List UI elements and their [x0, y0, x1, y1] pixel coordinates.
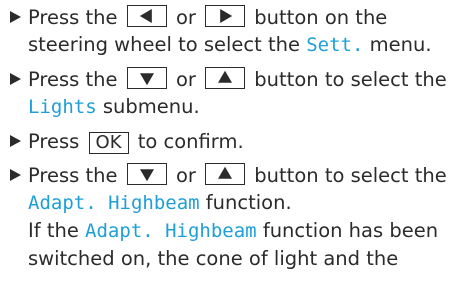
step-2-text-a1: Press the — [28, 68, 118, 91]
step-1-line-2: steering wheel to select the Sett. menu. — [28, 31, 461, 59]
step-1-text-a1: Press the — [28, 6, 118, 29]
step-1-or: or — [175, 6, 196, 29]
step-3-text-a1: Press — [28, 130, 80, 153]
right-arrow-key-icon — [205, 5, 246, 27]
menu-name-sett: Sett. — [306, 34, 364, 56]
ok-key: OK — [88, 132, 129, 154]
step-2-text-b2: submenu. — [102, 95, 200, 118]
step-2: Press the or button to select the Lights… — [10, 66, 461, 121]
down-arrow-key-icon — [126, 163, 167, 185]
step-bullet-icon — [10, 11, 21, 23]
step-bullet-icon — [10, 73, 21, 85]
left-arrow-key-icon — [126, 5, 167, 27]
step-4: Press the or button to select the Adapt.… — [10, 162, 461, 272]
step-1-text-b1: steering wheel to select the — [28, 33, 301, 56]
up-arrow-key-icon — [205, 67, 246, 89]
step-bullet-icon — [10, 135, 21, 147]
step-1-text-b3: menu. — [369, 33, 432, 56]
step-4-line-2: Adapt. Highbeam function. — [28, 189, 461, 217]
step-4-line-1: Press the or button to select the — [28, 162, 461, 189]
step-4-text-d1: switched on, the cone of light and the — [28, 247, 399, 270]
function-name-adapt-highbeam: Adapt. Highbeam — [28, 192, 200, 214]
step-4-text-b2: function. — [205, 191, 292, 214]
instruction-page: Press the or button on the steering whee… — [0, 0, 461, 292]
step-1: Press the or button on the steering whee… — [10, 4, 461, 59]
step-4-line-3: If the Adapt. Highbeam function has been — [28, 217, 461, 245]
step-2-text-a2: button to select the — [254, 68, 447, 91]
step-3: Press OK to confirm. — [10, 128, 461, 155]
up-arrow-key-icon — [205, 163, 246, 185]
step-4-line-4: switched on, the cone of light and the — [28, 245, 461, 272]
step-3-line-1: Press OK to confirm. — [28, 128, 461, 155]
step-4-text-c3: function has been — [262, 219, 439, 242]
step-1-text-a2: button on the — [254, 6, 388, 29]
step-4-text-a2: button to select the — [254, 164, 447, 187]
step-2-line-1: Press the or button to select the — [28, 66, 461, 93]
function-name-adapt-highbeam-2: Adapt. Highbeam — [85, 220, 257, 242]
step-4-or: or — [175, 164, 196, 187]
step-4-text-c1: If the — [28, 219, 79, 242]
step-4-text-a1: Press the — [28, 164, 118, 187]
down-arrow-key-icon — [126, 67, 167, 89]
step-2-or: or — [175, 68, 196, 91]
step-2-line-2: Lights submenu. — [28, 93, 461, 121]
step-1-line-1: Press the or button on the — [28, 4, 461, 31]
step-3-text-a2: to confirm. — [137, 130, 244, 153]
submenu-name-lights: Lights — [28, 96, 97, 118]
step-bullet-icon — [10, 169, 21, 181]
